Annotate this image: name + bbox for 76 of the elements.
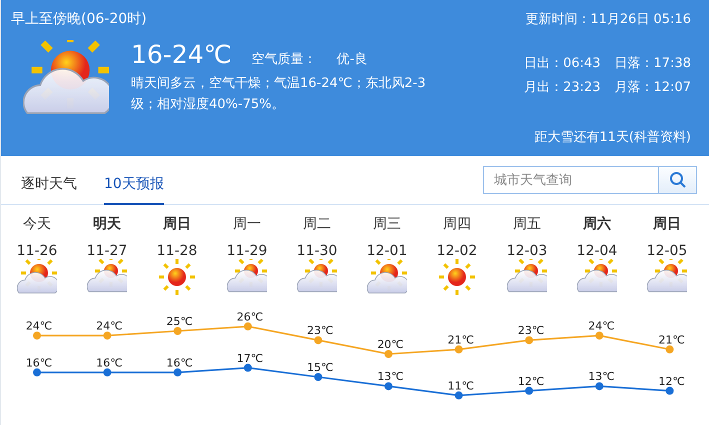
air-quality-label: 空气质量： <box>252 51 317 68</box>
temperature-label: 20℃ <box>377 338 404 351</box>
date-label: 11-26 <box>16 243 58 259</box>
temperature-label: 12℃ <box>658 374 685 388</box>
temperature-label: 21℃ <box>658 333 685 346</box>
astro-time: 月出：23:23 <box>524 79 601 96</box>
date-label: 11-29 <box>226 243 268 259</box>
update-time: 更新时间：11月26日 05:16 <box>525 11 691 28</box>
temperature-point <box>384 350 392 358</box>
temperature-point <box>33 332 41 340</box>
temperature-label: 21℃ <box>448 333 474 346</box>
date-label: 11-27 <box>86 243 128 259</box>
period-title: 早上至傍晚(06-20时) <box>11 10 148 28</box>
temperature-point <box>244 322 252 330</box>
temperature-point <box>103 332 112 340</box>
weekday-label: 周日 <box>163 215 191 234</box>
city-search-field[interactable]: 城市天气查询 <box>483 166 659 194</box>
date-label: 12-01 <box>366 243 408 259</box>
temperature-label: 13℃ <box>588 370 615 384</box>
weekday-label: 周三 <box>373 215 401 234</box>
temperature-label: 11℃ <box>448 379 474 392</box>
temperature-point <box>244 364 252 372</box>
date-label: 12-03 <box>506 243 548 259</box>
temperature-point <box>384 382 392 390</box>
search-icon <box>668 171 686 189</box>
weekday-label: 今天 <box>23 215 51 234</box>
temperature-point <box>314 373 322 381</box>
temperature-label: 24℃ <box>96 320 122 333</box>
temperature-label: 13℃ <box>377 370 404 384</box>
temperature-point <box>33 368 41 376</box>
weekday-label: 周二 <box>303 215 331 234</box>
weekday-label: 周四 <box>443 215 471 234</box>
astro-time: 月落：12:07 <box>614 79 691 96</box>
date-label: 11-30 <box>296 243 338 259</box>
temperature-range: 16-24℃ <box>131 40 232 69</box>
date-label: 12-02 <box>436 243 478 259</box>
temperature-label: 24℃ <box>588 320 615 333</box>
temperature-point <box>666 386 674 395</box>
temperature-point <box>314 336 322 344</box>
air-quality-value: 优-良 <box>336 51 368 68</box>
weekday-label: 周六 <box>583 215 611 234</box>
temperature-label: 15℃ <box>307 361 334 374</box>
search-button[interactable] <box>659 166 697 194</box>
weekday-label: 周一 <box>233 215 261 234</box>
temperature-point <box>525 386 534 395</box>
solar-term-countdown: 距大雪还有11天(科普资料) <box>534 128 691 146</box>
date-label: 11-28 <box>156 243 198 259</box>
temperature-label: 26℃ <box>236 310 264 324</box>
temperature-point <box>454 391 463 400</box>
date-label: 12-04 <box>576 243 618 259</box>
temperature-label: 16℃ <box>26 356 52 370</box>
weather-description: 晴天间多云，空气干燥；气温16-24℃；东北风2-3级；相对湿度40%-75%。 <box>131 75 427 114</box>
temperature-label: 16℃ <box>166 356 193 370</box>
weekday-label: 周五 <box>513 215 541 234</box>
temperature-point <box>595 382 604 390</box>
astro-time: 日出：06:43 <box>524 55 601 72</box>
weekday-label: 周日 <box>653 215 681 234</box>
temperature-label: 16℃ <box>96 356 122 370</box>
temperature-point <box>174 327 182 335</box>
temperature-label: 24℃ <box>26 320 52 333</box>
temperature-point <box>595 332 604 340</box>
forecast-tab[interactable]: 逐时天气 <box>21 161 77 205</box>
temperature-point <box>666 345 674 354</box>
temperature-label: 23℃ <box>518 324 544 338</box>
astro-time: 日落：17:38 <box>614 55 691 72</box>
temperature-point <box>454 345 463 354</box>
temperature-label: 17℃ <box>236 352 264 365</box>
temperature-label: 12℃ <box>518 374 544 388</box>
temperature-label: 23℃ <box>307 324 334 338</box>
temperature-point <box>525 336 534 344</box>
temperature-label: 25℃ <box>166 315 193 328</box>
temperature-point <box>103 368 112 376</box>
forecast-tab[interactable]: 10天预报 <box>104 161 164 205</box>
weekday-label: 明天 <box>93 215 121 234</box>
date-label: 12-05 <box>646 243 688 259</box>
temperature-point <box>174 368 182 376</box>
